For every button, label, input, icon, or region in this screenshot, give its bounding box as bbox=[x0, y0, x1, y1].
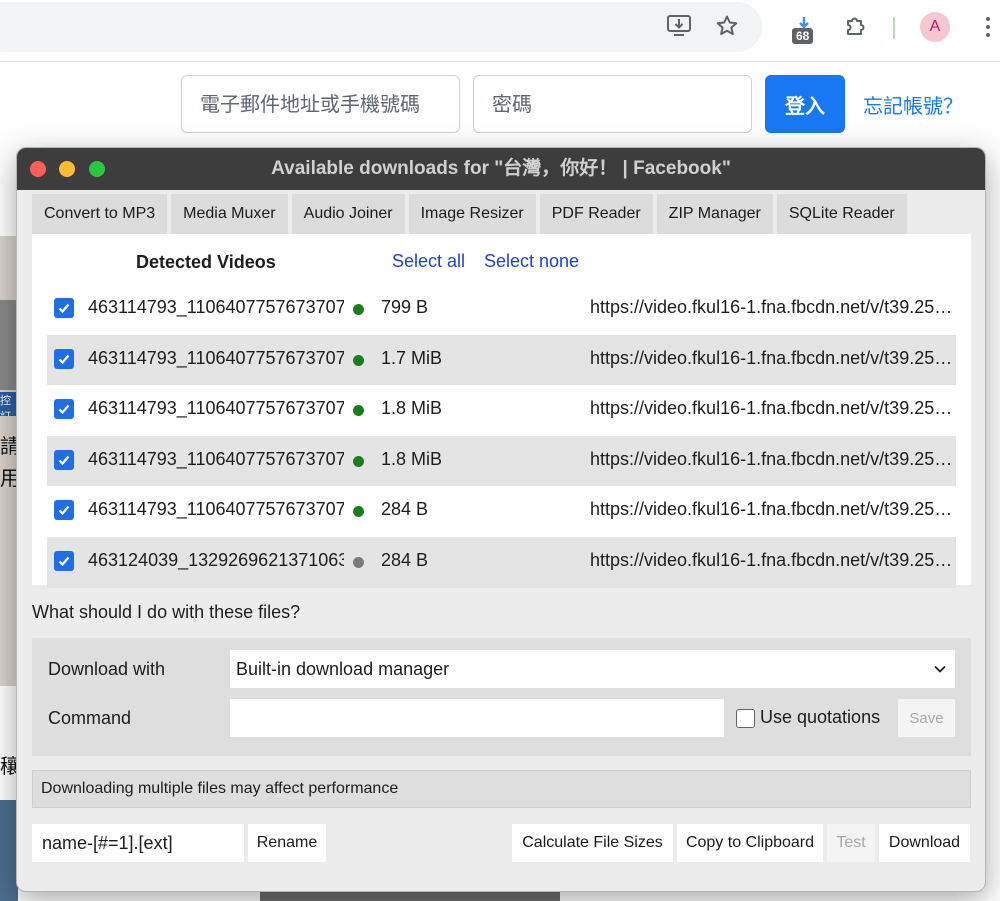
tab-media-muxer[interactable]: Media Muxer bbox=[171, 194, 288, 234]
bookmark-star-icon[interactable] bbox=[714, 13, 740, 39]
command-label: Command bbox=[48, 708, 132, 728]
file-size: 1.7 MiB bbox=[381, 347, 443, 368]
file-url: https://video.fkul16-1.fna.fbcdn.net/v/t… bbox=[590, 347, 956, 368]
file-name: 463114793_1106407757673707 bbox=[88, 398, 344, 419]
download-options-panel: Download with Built-in download manager … bbox=[32, 638, 971, 756]
file-url: https://video.fkul16-1.fna.fbcdn.net/v/t… bbox=[590, 499, 956, 520]
file-size: 284 B bbox=[381, 549, 429, 570]
files-header: Detected Videos Select all Select none bbox=[32, 234, 971, 284]
downloads-dialog: Available downloads for "台灣，你好！ | Facebo… bbox=[16, 147, 986, 892]
file-checkbox[interactable] bbox=[54, 449, 74, 470]
tool-tabs: Convert to MP3 Media Muxer Audio Joiner … bbox=[32, 194, 907, 234]
download-button[interactable]: Download bbox=[879, 824, 970, 862]
status-dot bbox=[353, 455, 364, 467]
file-name: 463114793_1106407757673707 bbox=[88, 347, 344, 368]
file-size: 1.8 MiB bbox=[381, 398, 443, 419]
fb-password-input[interactable]: 密碼 bbox=[473, 75, 752, 133]
file-name: 463114793_1106407757673707 bbox=[88, 448, 344, 469]
browser-menu-icon[interactable] bbox=[980, 14, 996, 40]
tab-audio-joiner[interactable]: Audio Joiner bbox=[291, 194, 405, 234]
status-dot bbox=[353, 506, 364, 518]
download-with-label: Download with bbox=[48, 659, 166, 679]
file-name: 463114793_1106407757673707 bbox=[88, 297, 344, 317]
file-size: 799 B bbox=[381, 297, 429, 317]
save-command-button[interactable]: Save bbox=[898, 699, 955, 737]
file-row[interactable]: 463114793_1106407757673707 1.8 MiB https… bbox=[47, 385, 956, 436]
tab-pdf-reader[interactable]: PDF Reader bbox=[539, 194, 653, 234]
download-with-select[interactable]: Built-in download manager bbox=[230, 650, 955, 688]
window-title: Available downloads for "台灣，你好！ | Facebo… bbox=[271, 158, 731, 179]
toolbar-separator bbox=[893, 17, 895, 39]
fb-forgot-account-link[interactable]: 忘記帳號？ bbox=[863, 90, 963, 119]
file-checkbox[interactable] bbox=[54, 298, 74, 318]
file-checkbox[interactable] bbox=[54, 399, 74, 420]
tab-image-resizer[interactable]: Image Resizer bbox=[408, 194, 536, 234]
install-app-icon[interactable] bbox=[666, 13, 692, 39]
status-dot bbox=[353, 405, 364, 417]
select-none-link[interactable]: Select none bbox=[484, 251, 579, 272]
file-url: https://video.fkul16-1.fna.fbcdn.net/v/t… bbox=[590, 549, 956, 570]
file-row[interactable]: 463114793_1106407757673707 799 B https:/… bbox=[47, 284, 956, 335]
file-size: 284 B bbox=[381, 499, 429, 520]
command-input[interactable] bbox=[230, 699, 724, 737]
status-dot bbox=[353, 304, 364, 315]
use-quotations-checkbox[interactable] bbox=[736, 709, 755, 728]
fb-email-input[interactable]: 電子郵件地址或手機號碼 bbox=[181, 75, 460, 133]
tab-sqlite-reader[interactable]: SQLite Reader bbox=[776, 194, 907, 234]
file-row[interactable]: 463114793_1106407757673707 284 B https:/… bbox=[47, 486, 956, 537]
tab-zip-manager[interactable]: ZIP Manager bbox=[656, 194, 773, 234]
tab-convert-to-mp3[interactable]: Convert to MP3 bbox=[32, 194, 168, 234]
file-row[interactable]: 463114793_1106407757673707 1.7 MiB https… bbox=[47, 334, 956, 386]
file-url: https://video.fkul16-1.fna.fbcdn.net/v/t… bbox=[590, 448, 956, 469]
file-name: 463124039_1329269621371063 bbox=[88, 549, 344, 570]
use-quotations-label: Use quotations bbox=[760, 707, 881, 727]
action-question: What should I do with these files? bbox=[32, 602, 301, 622]
rename-button[interactable]: Rename bbox=[248, 824, 326, 862]
file-row[interactable]: 463124039_1329269621371063 284 B https:/… bbox=[47, 536, 956, 588]
file-name: 463114793_1106407757673707 bbox=[88, 499, 344, 520]
file-list: 463114793_1106407757673707 799 B https:/… bbox=[47, 284, 956, 588]
select-all-link[interactable]: Select all bbox=[392, 251, 465, 272]
extensions-puzzle-icon[interactable] bbox=[842, 12, 870, 40]
file-size: 1.8 MiB bbox=[381, 448, 443, 469]
file-url: https://video.fkul16-1.fna.fbcdn.net/v/t… bbox=[590, 398, 956, 419]
download-with-value: Built-in download manager bbox=[236, 659, 450, 679]
file-checkbox[interactable] bbox=[54, 348, 74, 369]
extension-badge: 68 bbox=[792, 28, 814, 44]
filename-pattern-input[interactable]: name-[#=1].[ext] bbox=[32, 824, 244, 862]
fb-login-button[interactable]: 登入 bbox=[765, 75, 845, 133]
copy-to-clipboard-button[interactable]: Copy to Clipboard bbox=[677, 824, 823, 862]
address-bar[interactable] bbox=[0, 2, 762, 52]
test-button[interactable]: Test bbox=[827, 824, 875, 862]
performance-warning: Downloading multiple files may affect pe… bbox=[32, 770, 971, 808]
status-dot bbox=[353, 556, 364, 568]
status-dot bbox=[353, 354, 364, 366]
background-photo-bottom bbox=[260, 892, 560, 901]
file-checkbox[interactable] bbox=[54, 500, 74, 521]
profile-avatar[interactable]: A bbox=[920, 12, 950, 42]
detected-videos-panel: Detected Videos Select all Select none 4… bbox=[32, 234, 971, 588]
file-url: https://video.fkul16-1.fna.fbcdn.net/v/t… bbox=[590, 297, 956, 317]
window-titlebar: Available downloads for "台灣，你好！ | Facebo… bbox=[17, 148, 985, 190]
chevron-down-icon bbox=[934, 665, 946, 673]
file-row[interactable]: 463114793_1106407757673707 1.8 MiB https… bbox=[47, 435, 956, 487]
browser-toolbar: 68 A bbox=[0, 0, 1000, 62]
calculate-file-sizes-button[interactable]: Calculate File Sizes bbox=[512, 824, 673, 862]
file-checkbox[interactable] bbox=[54, 550, 74, 571]
files-title: Detected Videos bbox=[136, 252, 276, 272]
